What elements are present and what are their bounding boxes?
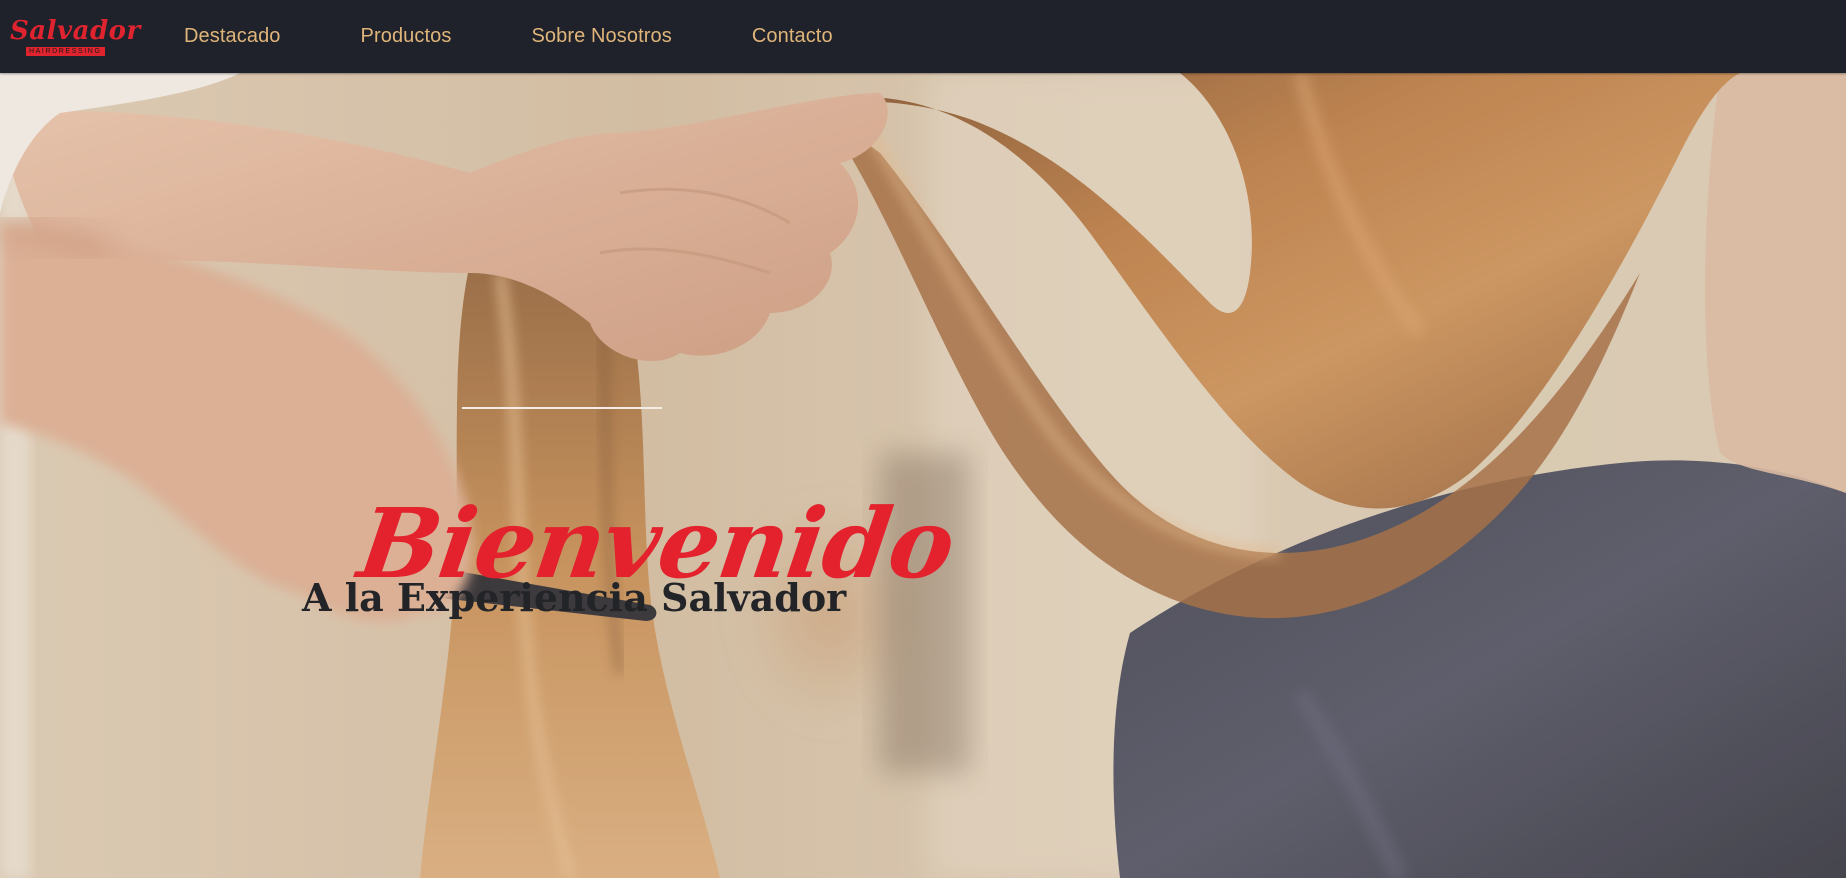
nav-link-productos[interactable]: Productos	[361, 25, 452, 48]
nav-link-sobre-nosotros[interactable]: Sobre Nosotros	[531, 25, 671, 48]
nav-link-contacto[interactable]: Contacto	[752, 25, 833, 48]
hero-divider-line	[462, 407, 662, 409]
nav-link-destacado[interactable]: Destacado	[184, 25, 281, 48]
main-nav: Destacado Productos Sobre Nosotros Conta…	[184, 0, 913, 73]
top-navbar: Salvador HAIRDRESSING Destacado Producto…	[0, 0, 1846, 73]
brand-logo-tagline: HAIRDRESSING	[26, 47, 105, 56]
hero-background-image	[0, 73, 1846, 878]
brand-logo-wordmark: Salvador	[10, 16, 141, 46]
brand-logo[interactable]: Salvador HAIRDRESSING	[10, 16, 140, 60]
hero-subtitle: A la Experiencia Salvador	[302, 574, 847, 620]
hero-section: Bienvenido A la Experiencia Salvador	[0, 73, 1846, 878]
